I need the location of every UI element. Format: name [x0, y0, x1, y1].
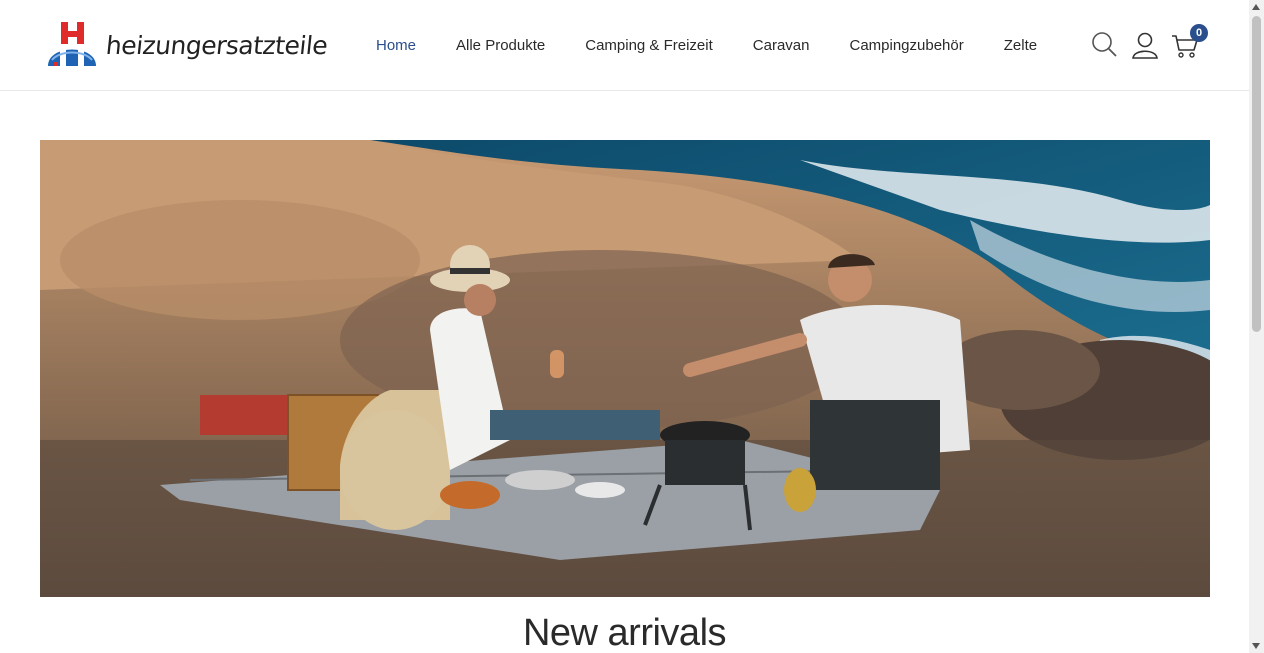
nav-item-home[interactable]: Home: [356, 37, 436, 54]
logo-icon: [44, 20, 100, 70]
nav-item-caravan[interactable]: Caravan: [733, 37, 830, 54]
user-icon[interactable]: [1130, 30, 1160, 60]
logo-text: heizungersatzteile: [104, 30, 329, 60]
cart-count-badge: 0: [1190, 24, 1208, 42]
site-header: heizungersatzteile Home Alle Produkte Ca…: [0, 0, 1249, 91]
search-icon[interactable]: [1090, 30, 1120, 60]
page-scrollbar[interactable]: [1249, 0, 1264, 653]
site-logo[interactable]: heizungersatzteile: [44, 20, 329, 70]
section-title-new-arrivals: New arrivals: [522, 612, 727, 653]
nav-item-alle-produkte[interactable]: Alle Produkte: [436, 37, 565, 54]
scroll-up-arrow-icon[interactable]: [1252, 4, 1260, 10]
nav-item-camping-freizeit[interactable]: Camping & Freizeit: [565, 37, 733, 54]
nav-item-zelte[interactable]: Zelte: [984, 37, 1057, 54]
hero-picnic-illustration: [40, 140, 1210, 597]
scroll-down-arrow-icon[interactable]: [1252, 643, 1260, 649]
scrollbar-thumb[interactable]: [1252, 16, 1261, 332]
header-actions: 0: [1090, 24, 1210, 62]
nav-item-campingzubehoer[interactable]: Campingzubehör: [829, 37, 983, 54]
main-nav: Home Alle Produkte Camping & Freizeit Ca…: [356, 0, 1057, 91]
cart-icon[interactable]: 0: [1170, 24, 1208, 60]
hero-banner-image[interactable]: [40, 140, 1210, 597]
